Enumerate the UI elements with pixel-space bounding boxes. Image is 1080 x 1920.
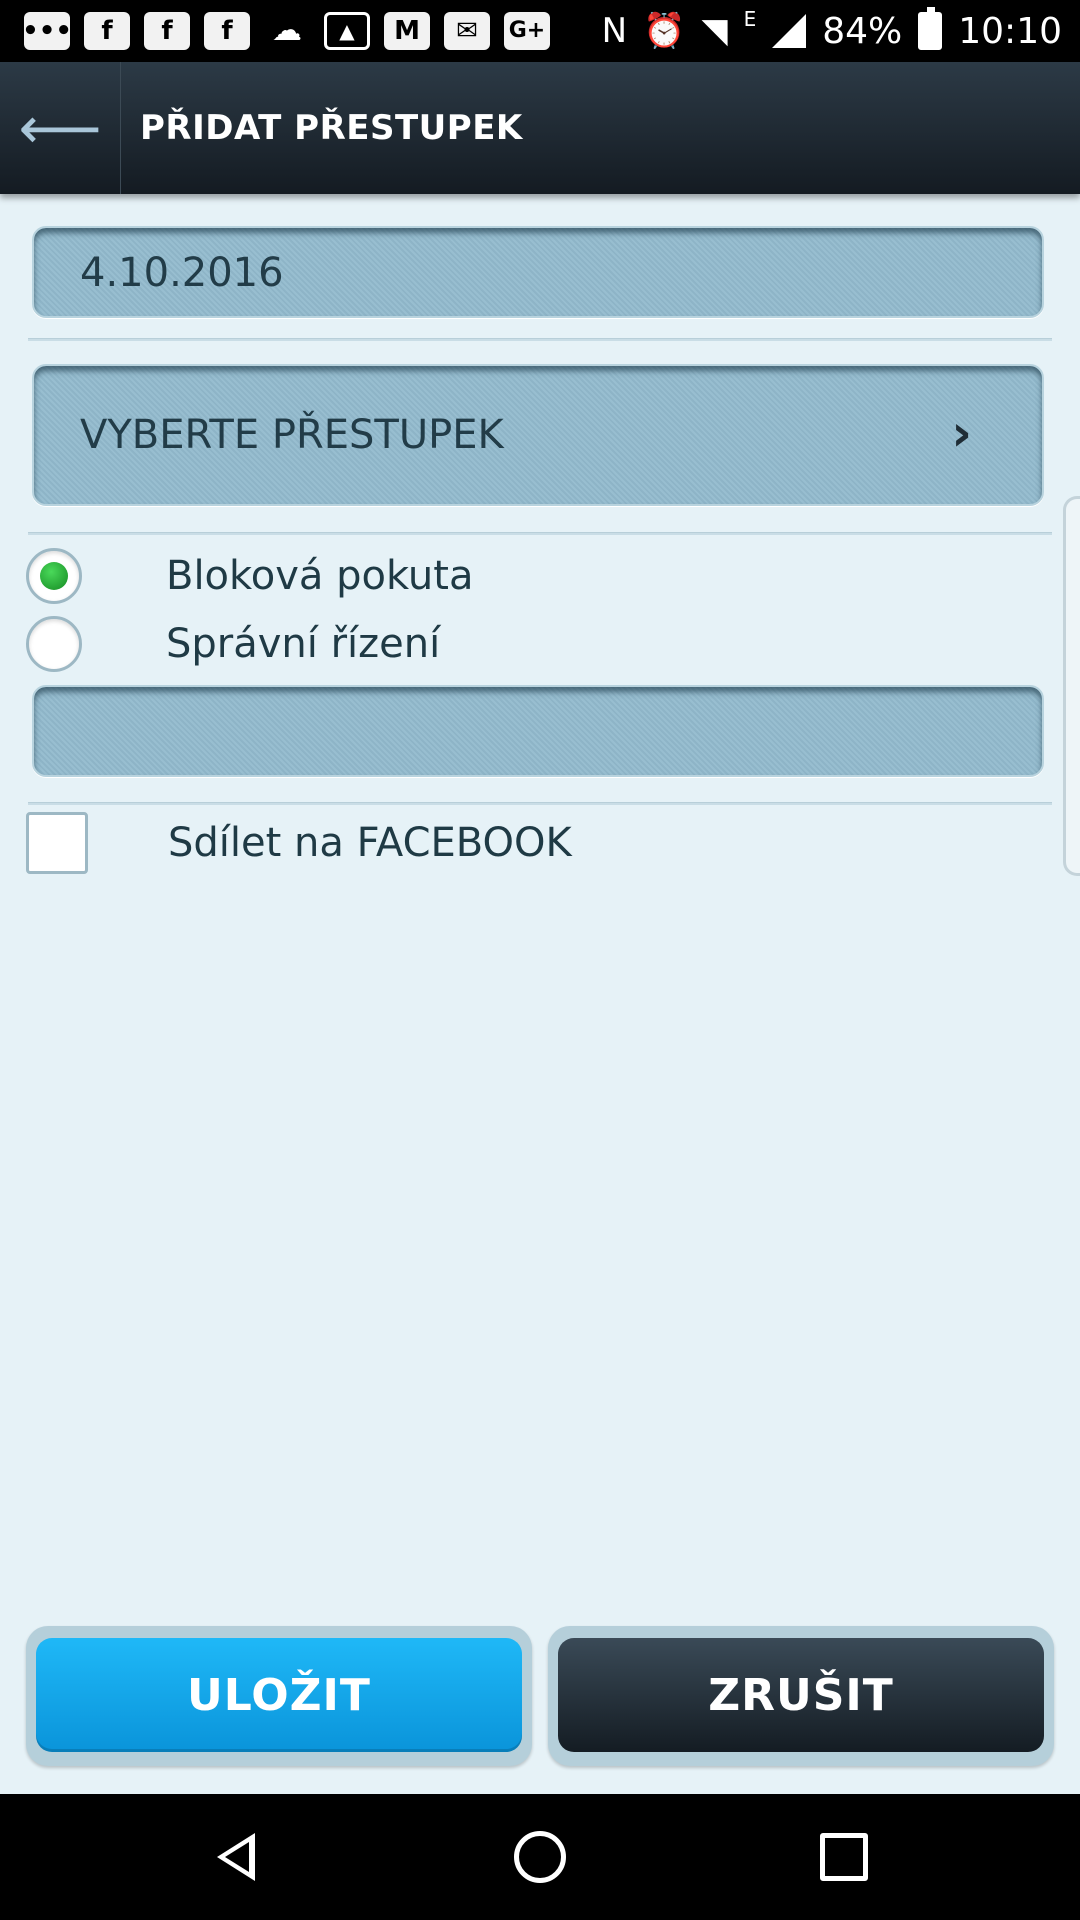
back-arrow-icon: ⟵ (18, 94, 102, 162)
save-button-frame: ULOŽIT (26, 1626, 532, 1766)
nav-back-icon (217, 1833, 255, 1881)
radio-option-blokova-pokuta[interactable]: Bloková pokuta (26, 546, 473, 606)
nav-recents-button[interactable] (784, 1794, 904, 1920)
amount-field[interactable] (32, 685, 1044, 777)
google-plus-icon: G+ (504, 12, 550, 50)
date-value: 4.10.2016 (80, 250, 284, 296)
battery-icon (918, 7, 943, 50)
divider (28, 532, 1052, 535)
radio-button-selected[interactable] (26, 548, 82, 604)
cancel-button-frame: ZRUŠIT (548, 1626, 1054, 1766)
nav-recents-icon (820, 1833, 868, 1881)
radio-button[interactable] (26, 616, 82, 672)
network-type: E (743, 7, 757, 31)
offense-select-label: VYBERTE PŘESTUPEK (80, 412, 504, 458)
facebook-icon: f (84, 12, 130, 50)
email-icon: ✉ (444, 12, 490, 50)
divider (28, 338, 1052, 341)
messages-icon: ••• (22, 12, 72, 50)
nfc-icon: N (601, 11, 628, 51)
nav-home-button[interactable] (480, 1794, 600, 1920)
system-nav-bar (0, 1794, 1080, 1920)
offense-select[interactable]: VYBERTE PŘESTUPEK › (32, 364, 1044, 506)
facebook-icon: f (144, 12, 190, 50)
gallery-icon: ▲ (324, 12, 370, 50)
gmail-icon: M (384, 12, 430, 50)
radio-option-spravni-rizeni[interactable]: Správní řízení (26, 614, 440, 674)
cancel-button[interactable]: ZRUŠIT (558, 1638, 1044, 1752)
nav-back-button[interactable] (176, 1794, 296, 1920)
clock: 10:10 (958, 10, 1062, 52)
chevron-right-icon: › (951, 404, 972, 462)
date-field[interactable]: 4.10.2016 (32, 226, 1044, 318)
save-button[interactable]: ULOŽIT (36, 1638, 522, 1752)
alarm-icon: ⏰ (643, 11, 686, 51)
wifi-icon: ◥ (701, 11, 728, 51)
weather-icon: ☁ (272, 13, 302, 48)
battery-percent: 84% (822, 10, 903, 52)
status-bar: ••• f f f ☁ ▲ M ✉ G+ N ⏰ ◥ E 84% 10:10 (0, 0, 1080, 62)
back-button[interactable]: ⟵ (0, 62, 121, 194)
drawer-handle[interactable] (1063, 496, 1080, 876)
facebook-icon: f (204, 12, 250, 50)
system-status: N ⏰ ◥ E 84% 10:10 (601, 7, 1062, 54)
app-toolbar: ⟵ PŘIDAT PŘESTUPEK (0, 62, 1080, 194)
page-title: PŘIDAT PŘESTUPEK (140, 108, 523, 148)
radio-label: Bloková pokuta (166, 553, 474, 599)
divider (28, 802, 1052, 805)
share-facebook-checkbox[interactable] (26, 812, 88, 874)
radio-label: Správní řízení (166, 621, 441, 667)
share-facebook-label: Sdílet na FACEBOOK (168, 820, 572, 866)
notification-icons: ••• f f f ☁ ▲ M ✉ G+ (22, 10, 550, 52)
nav-home-icon (514, 1831, 566, 1883)
signal-icon (772, 14, 807, 48)
radio-selected-dot (40, 562, 68, 590)
